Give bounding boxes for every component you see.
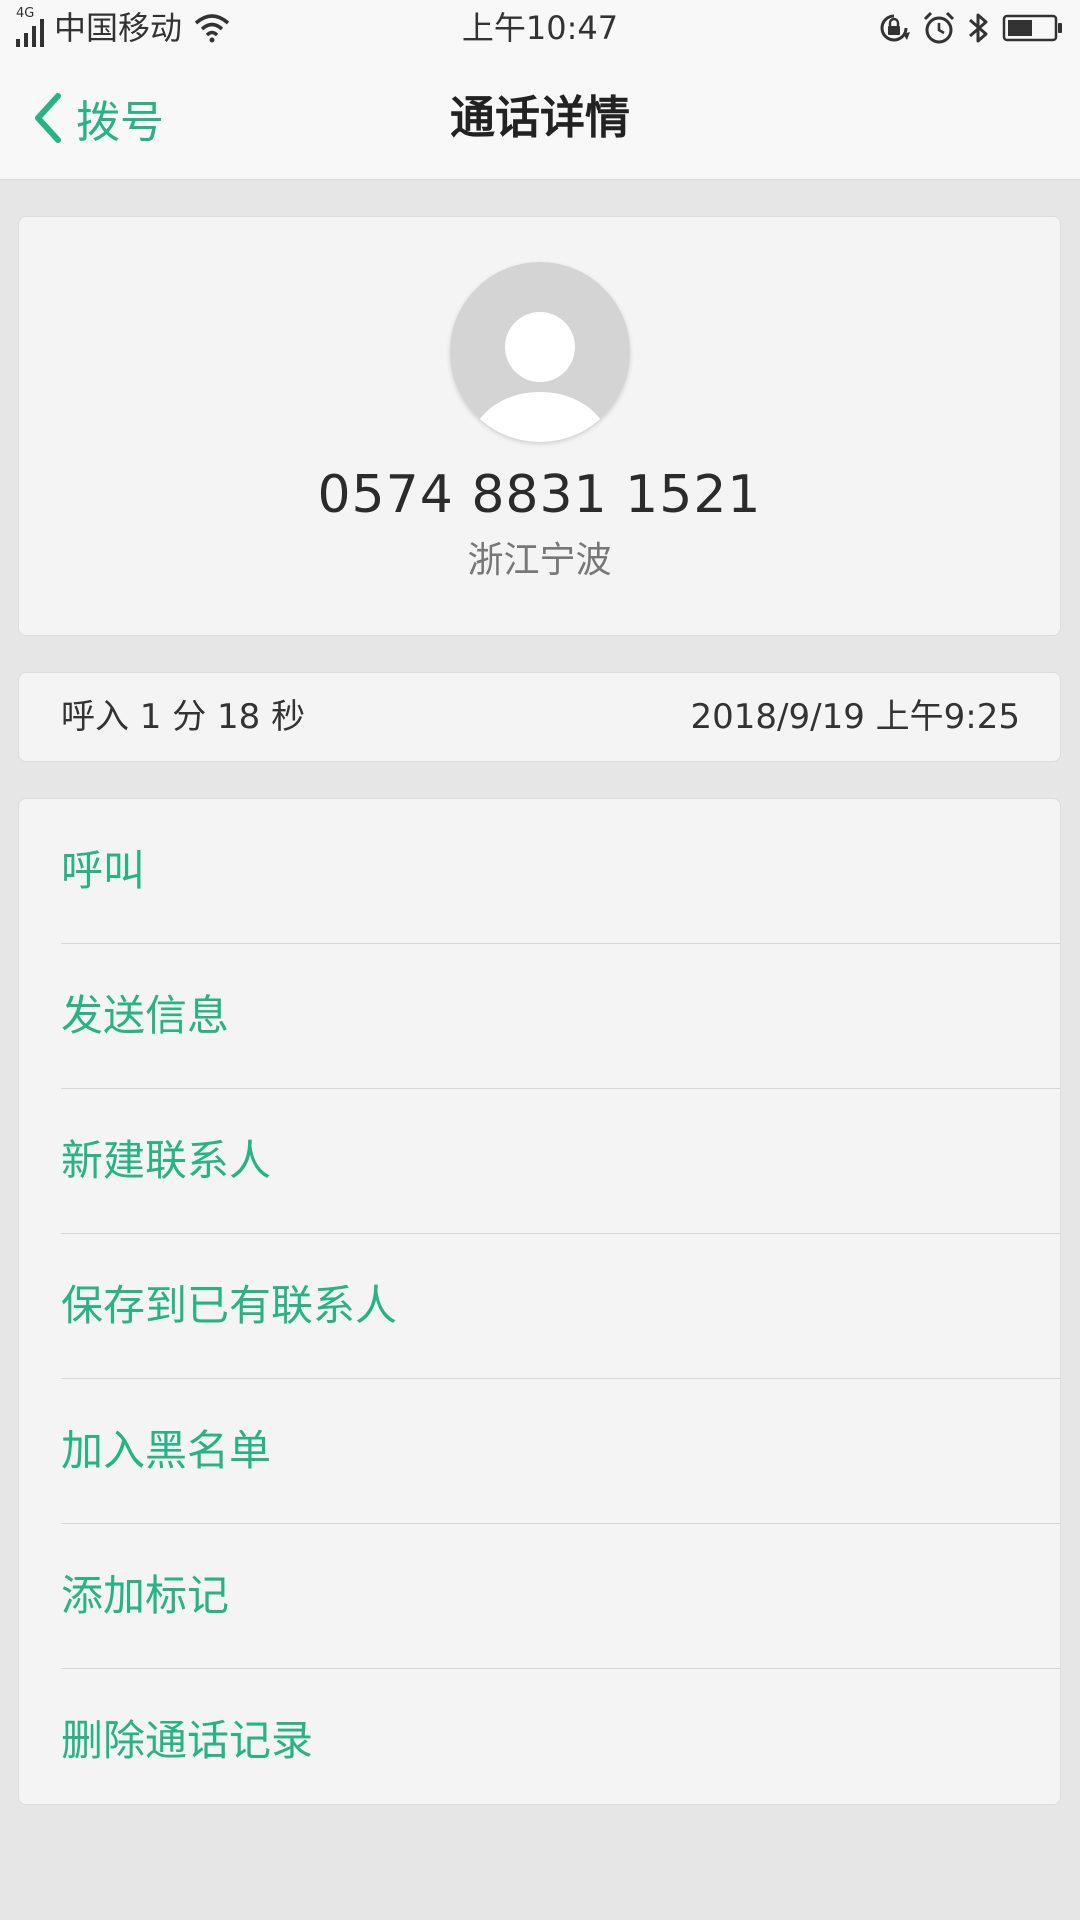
status-bar: 4G 中国移动 上午10:47 — [0, 0, 1080, 56]
new-contact-action[interactable]: 新建联系人 — [61, 1089, 1060, 1234]
bluetooth-icon — [969, 13, 988, 43]
action-label: 添加标记 — [61, 1571, 230, 1620]
delete-call-log-action[interactable]: 删除通话记录 — [61, 1669, 1060, 1813]
number-location: 浙江宁波 — [467, 540, 612, 581]
add-tag-action[interactable]: 添加标记 — [61, 1524, 1060, 1669]
battery-icon — [1002, 14, 1062, 42]
actions-list: 呼叫 发送信息 新建联系人 保存到已有联系人 加入黑名单 添加标记 删除通话记录 — [18, 798, 1061, 1805]
rotation-lock-icon — [880, 14, 910, 42]
page-title: 通话详情 — [449, 91, 630, 144]
action-label: 呼叫 — [61, 846, 146, 895]
action-label: 新建联系人 — [61, 1136, 272, 1185]
action-label: 删除通话记录 — [61, 1716, 314, 1765]
action-label: 加入黑名单 — [61, 1426, 272, 1475]
call-datetime: 2018/9/19 上午9:25 — [690, 697, 1021, 737]
action-label: 发送信息 — [61, 991, 230, 1040]
contact-card: 0574 8831 1521 浙江宁波 — [18, 216, 1061, 636]
default-avatar-icon — [450, 262, 630, 442]
action-label: 保存到已有联系人 — [61, 1281, 398, 1330]
call-type-duration: 呼入 1 分 18 秒 — [61, 697, 306, 737]
call-action[interactable]: 呼叫 — [61, 799, 1060, 944]
avatar-body — [470, 392, 610, 442]
call-info-card: 呼入 1 分 18 秒 2018/9/19 上午9:25 — [18, 672, 1061, 762]
nav-bar: 拨号 通话详情 — [0, 56, 1080, 180]
status-right — [866, 10, 1064, 46]
add-to-blacklist-action[interactable]: 加入黑名单 — [61, 1379, 1060, 1524]
alarm-icon — [923, 11, 955, 44]
phone-number: 0574 8831 1521 — [317, 465, 762, 525]
save-to-existing-contact-action[interactable]: 保存到已有联系人 — [61, 1234, 1060, 1379]
send-message-action[interactable]: 发送信息 — [61, 944, 1060, 1089]
avatar-head — [505, 312, 575, 382]
